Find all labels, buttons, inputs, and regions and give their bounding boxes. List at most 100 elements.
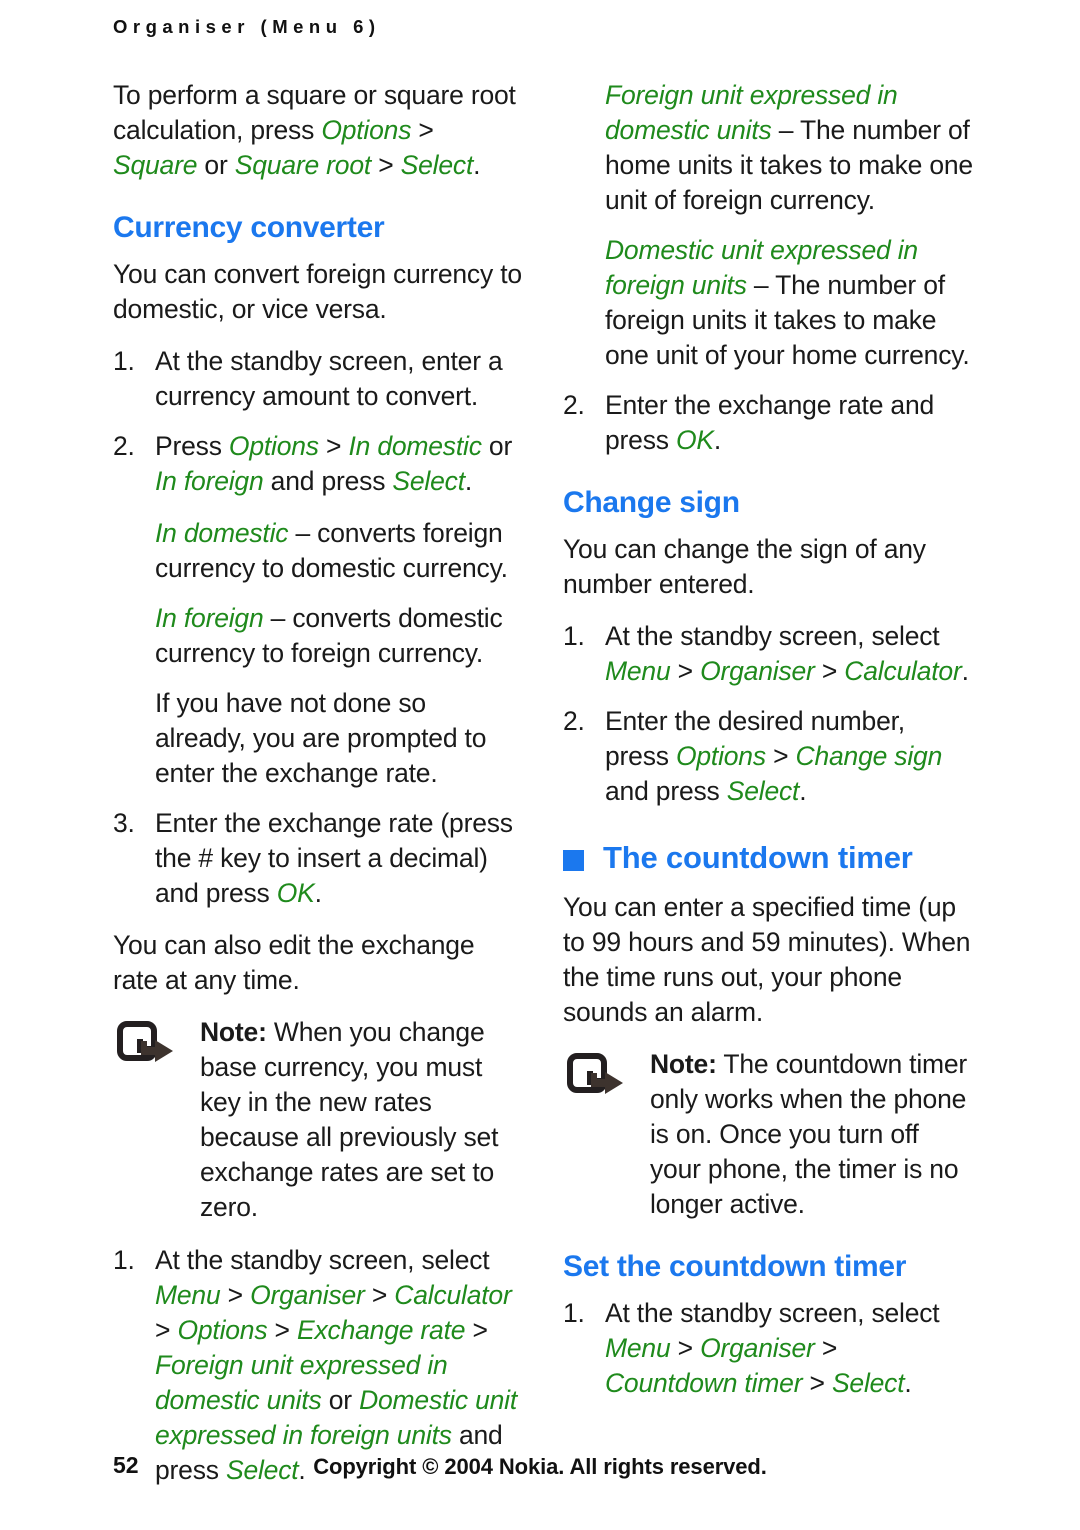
breadcrumb-sep: > xyxy=(765,741,796,771)
step-number: 3. xyxy=(113,808,135,838)
step-number: 1. xyxy=(563,621,585,651)
breadcrumb-sep: > xyxy=(814,656,845,686)
definition-domestic-unit: Domestic unit expressed in foreign units… xyxy=(563,233,973,373)
right-column: Foreign unit expressed in domestic units… xyxy=(563,78,973,1418)
ui-term-in-domestic: In domestic xyxy=(348,431,482,461)
note-pointer-icon xyxy=(117,1021,179,1067)
step-number: 2. xyxy=(563,706,585,736)
step-text: At the standby screen, enter a currency … xyxy=(155,346,503,411)
step-text-c: and press xyxy=(263,466,393,496)
list-item: 1. At the standby screen, enter a currenc… xyxy=(113,344,523,414)
step-text-b: or xyxy=(321,1385,360,1415)
left-column: To perform a square or square root calcu… xyxy=(113,78,523,1505)
heading-text: The countdown timer xyxy=(603,840,913,875)
ui-term-change-sign: Change sign xyxy=(795,741,943,771)
list-item: 2. Enter the exchange rate and press OK. xyxy=(563,388,973,458)
ui-term-options: Options xyxy=(228,431,319,461)
breadcrumb-sep: > xyxy=(465,1315,488,1345)
step-number: 2. xyxy=(563,390,585,420)
breadcrumb-sep: > xyxy=(411,115,434,145)
currency-steps-list: 1. At the standby screen, enter a currenc… xyxy=(113,344,523,499)
ui-term-menu: Menu xyxy=(605,1333,671,1363)
currency-steps-list-continued: 3. Enter the exchange rate (press the # k… xyxy=(113,806,523,911)
intro-paragraph: To perform a square or square root calcu… xyxy=(113,78,523,183)
ui-term-organiser: Organiser xyxy=(700,1333,815,1363)
step-text-b: . xyxy=(904,1368,912,1398)
ui-term-options: Options xyxy=(675,741,766,771)
ui-term-calculator: Calculator xyxy=(394,1280,512,1310)
list-item: 3. Enter the exchange rate (press the # k… xyxy=(113,806,523,911)
ui-term-select: Select xyxy=(726,776,800,806)
change-sign-intro: You can change the sign of any number en… xyxy=(563,534,926,599)
step-number: 1. xyxy=(113,1245,135,1275)
list-item: 2. Enter the desired number, press Option… xyxy=(563,704,973,809)
step-text-c: . xyxy=(799,776,807,806)
step-text-b: and press xyxy=(605,776,727,806)
ui-term-select: Select xyxy=(831,1368,905,1398)
ui-term-calculator: Calculator xyxy=(844,656,962,686)
note-label: Note: xyxy=(200,1017,267,1047)
definition-in-domestic: In domestic – converts foreign currency … xyxy=(113,516,523,586)
ui-term-square: Square xyxy=(113,150,198,180)
step-text-b: . xyxy=(961,656,969,686)
ui-term-select: Select xyxy=(392,466,465,496)
step-number: 1. xyxy=(563,1298,585,1328)
exchange-rate-steps-list-continued: 2. Enter the exchange rate and press OK. xyxy=(563,388,973,458)
breadcrumb-sep: > xyxy=(267,1315,297,1345)
page-footer: 52 Copyright © 2004 Nokia. All rights re… xyxy=(0,1452,1080,1492)
ui-term-square-root: Square root xyxy=(234,150,372,180)
step-text-b: or xyxy=(481,431,513,461)
prompt-note-paragraph: If you have not done so already, you are… xyxy=(155,688,487,788)
step-text-a: At the standby screen, select xyxy=(605,1298,940,1328)
note-text: When you change base currency, you must … xyxy=(200,1017,499,1222)
note-block: Note: The countdown timer only works whe… xyxy=(563,1047,973,1222)
ui-term-organiser: Organiser xyxy=(700,656,815,686)
breadcrumb-sep: > xyxy=(670,1333,701,1363)
ui-term-exchange-rate: Exchange rate xyxy=(297,1315,466,1345)
note-pointer-icon xyxy=(567,1053,629,1099)
set-timer-steps-list: 1. At the standby screen, select Menu > O… xyxy=(563,1296,973,1401)
two-column-body: To perform a square or square root calcu… xyxy=(0,78,1080,1485)
step-number: 1. xyxy=(113,346,135,376)
intro-text-3: . xyxy=(473,150,481,180)
change-sign-steps-list: 1. At the standby screen, select Menu > O… xyxy=(563,619,973,809)
step-text-a: Enter the exchange rate (press the # key… xyxy=(155,808,513,908)
breadcrumb-sep: > xyxy=(371,150,401,180)
ui-term-menu: Menu xyxy=(605,656,671,686)
intro-text-2: or xyxy=(197,150,235,180)
heading-set-the-countdown-timer: Set the countdown timer xyxy=(563,1250,907,1283)
breadcrumb-sep: > xyxy=(220,1280,251,1310)
heading-currency-converter: Currency converter xyxy=(113,211,385,244)
ui-term-organiser: Organiser xyxy=(250,1280,365,1310)
definition-foreign-unit: Foreign unit expressed in domestic units… xyxy=(563,78,973,218)
ui-term-ok: OK xyxy=(276,878,315,908)
edit-rate-paragraph: You can also edit the exchange rate at a… xyxy=(113,930,475,995)
step-number: 2. xyxy=(113,431,135,461)
ui-term-options: Options xyxy=(177,1315,268,1345)
breadcrumb-sep: > xyxy=(802,1368,832,1398)
list-item: 1. At the standby screen, select Menu > O… xyxy=(563,619,973,689)
ui-term-in-domestic: In domestic xyxy=(155,518,289,548)
breadcrumb-sep: > xyxy=(670,656,701,686)
step-text-a: Press xyxy=(155,431,229,461)
ui-term-in-foreign: In foreign xyxy=(155,466,264,496)
step-text-a: At the standby screen, select xyxy=(155,1245,490,1275)
breadcrumb-sep: > xyxy=(814,1333,838,1363)
ui-term-ok: OK xyxy=(675,425,714,455)
list-item: 2. Press Options > In domestic or In fore… xyxy=(113,429,523,499)
step-text-d: . xyxy=(464,466,473,496)
intro-text-1: To perform a square or square root calcu… xyxy=(113,80,516,145)
step-text-a: At the standby screen, select xyxy=(605,621,940,651)
blue-square-bullet-icon xyxy=(563,850,584,871)
definition-in-foreign: In foreign – converts domestic currency … xyxy=(113,601,523,671)
currency-intro-paragraph: You can convert foreign currency to dome… xyxy=(113,259,522,324)
note-block: Note: When you change base currency, you… xyxy=(113,1015,523,1225)
manual-page: Organiser (Menu 6) To perform a square o… xyxy=(0,0,1080,1530)
note-label: Note: xyxy=(650,1049,717,1079)
copyright-notice: Copyright © 2004 Nokia. All rights reser… xyxy=(313,1454,767,1479)
heading-the-countdown-timer: The countdown timer xyxy=(563,839,973,877)
ui-term-options: Options xyxy=(321,115,412,145)
ui-term-menu: Menu xyxy=(155,1280,221,1310)
ui-term-countdown-timer: Countdown timer xyxy=(605,1368,803,1398)
ui-term-in-foreign: In foreign xyxy=(155,603,264,633)
